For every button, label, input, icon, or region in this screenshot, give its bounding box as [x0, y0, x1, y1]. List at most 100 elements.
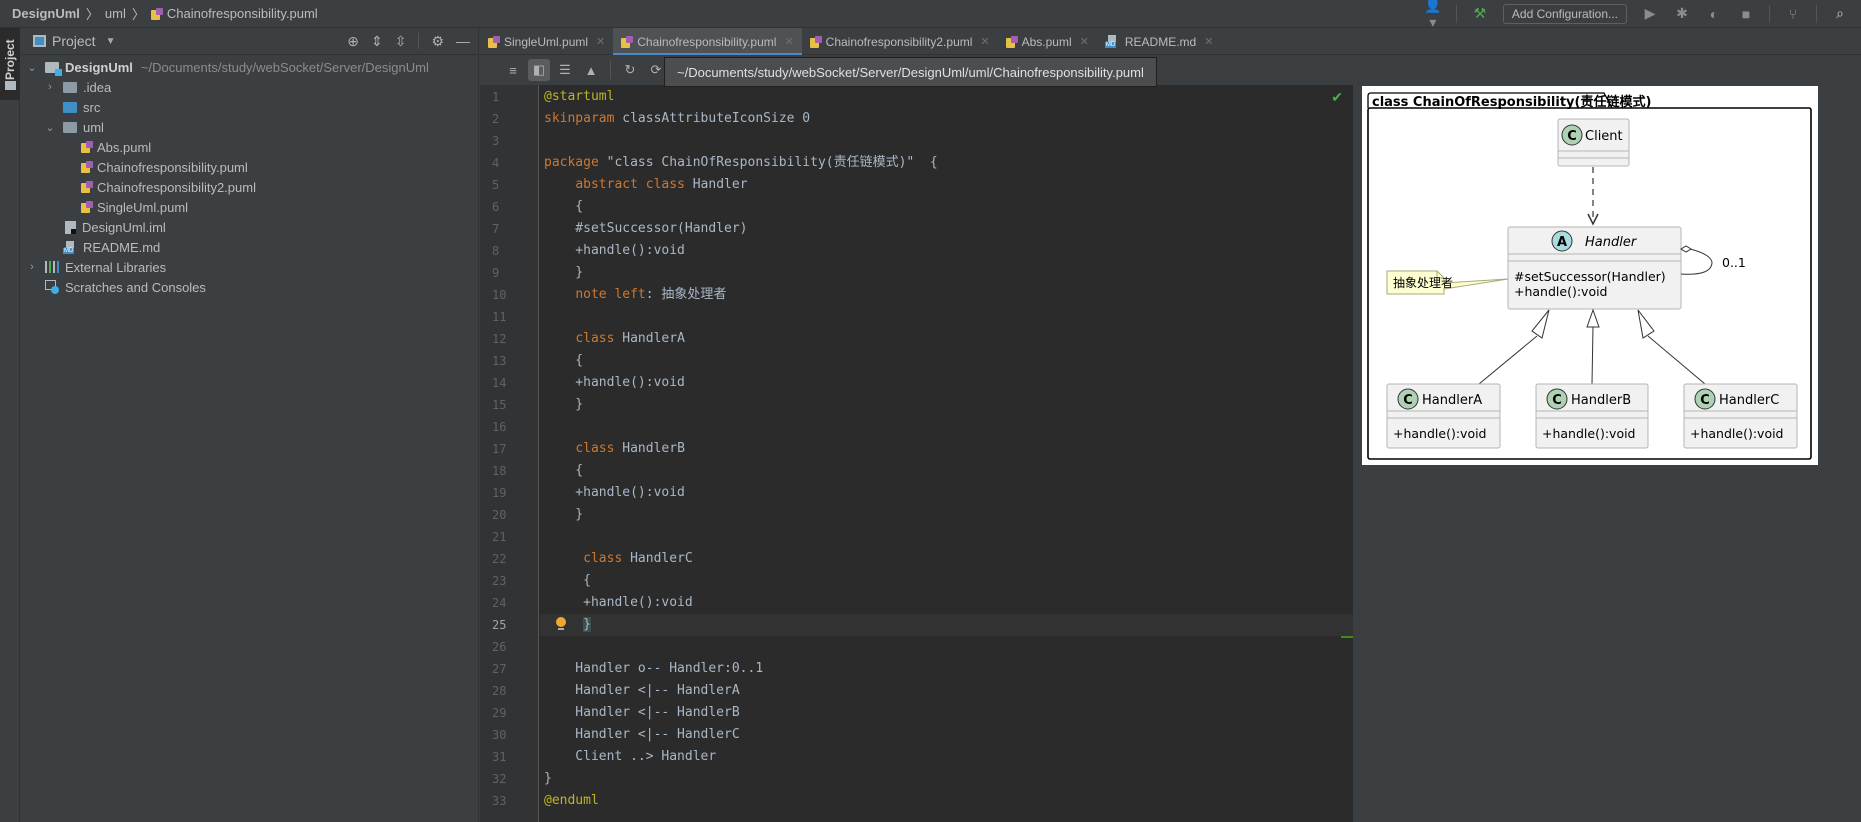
code-line[interactable]: #setSuccessor(Handler): [544, 218, 747, 240]
chevron-right-icon[interactable]: ›: [43, 81, 57, 93]
tree-item-label: src: [83, 99, 101, 115]
coverage-icon[interactable]: ◐: [1705, 6, 1723, 22]
tree-item-singleuml-puml[interactable]: SingleUml.puml: [21, 197, 478, 217]
code-line[interactable]: }: [544, 504, 583, 526]
tab-chainofresponsibility[interactable]: Chainofresponsibility.puml ✕: [613, 28, 803, 56]
line-number: 29: [492, 706, 507, 720]
note-text: 抽象处理者: [1393, 276, 1453, 290]
editor-and-preview-icon[interactable]: ◧: [528, 59, 550, 81]
preview-only-icon[interactable]: ☰: [554, 59, 576, 81]
code-line[interactable]: }: [544, 262, 583, 284]
debug-icon[interactable]: ✱: [1673, 5, 1691, 22]
collapse-all-icon[interactable]: ⇳: [395, 33, 407, 50]
tree-item-designuml[interactable]: ⌄ DesignUml ~/Documents/study/webSocket/…: [21, 57, 478, 77]
gear-icon[interactable]: ⚙: [431, 33, 444, 50]
stop-icon[interactable]: ■: [1737, 6, 1755, 22]
tree-item-idea[interactable]: › .idea: [21, 77, 478, 97]
tab-readme[interactable]: README.md ✕: [1097, 28, 1222, 55]
tab-chainofresponsibility2[interactable]: Chainofresponsibility2.puml ✕: [802, 28, 998, 55]
run-icon[interactable]: ▶: [1641, 5, 1659, 22]
method: +handle():void: [1393, 426, 1487, 441]
image-icon[interactable]: ▲: [580, 59, 602, 81]
tree-item-abs-puml[interactable]: Abs.puml: [21, 137, 478, 157]
folder-icon: [5, 81, 16, 90]
code-line[interactable]: {: [544, 460, 583, 482]
tree-item-uml[interactable]: ⌄ uml: [21, 117, 478, 137]
tree-item-scratches[interactable]: Scratches and Consoles: [21, 277, 478, 297]
code-line[interactable]: Handler o-- Handler:0..1: [544, 658, 763, 680]
code-line[interactable]: }: [544, 394, 583, 416]
code-line[interactable]: class HandlerC: [544, 548, 693, 570]
code-line[interactable]: note left: 抽象处理者: [544, 284, 726, 306]
code-line[interactable]: package "class ChainOfResponsibility(责任链…: [544, 152, 938, 174]
code-line[interactable]: abstract class Handler: [544, 174, 747, 196]
chevron-down-icon[interactable]: ⌄: [43, 121, 57, 134]
puml-file-icon: [81, 141, 93, 153]
close-icon[interactable]: ✕: [784, 35, 793, 48]
breadcrumb-project[interactable]: DesignUml: [12, 6, 80, 21]
build-hammer-icon[interactable]: ⚒: [1471, 5, 1489, 22]
code-line[interactable]: Handler <|-- HandlerA: [544, 680, 739, 702]
code-line[interactable]: +handle():void: [544, 482, 685, 504]
editor-only-icon[interactable]: ≡: [502, 59, 524, 81]
close-icon[interactable]: ✕: [1204, 35, 1213, 48]
code-line[interactable]: {: [544, 570, 591, 592]
code-line[interactable]: class HandlerB: [544, 438, 685, 460]
lightbulb-icon[interactable]: [556, 617, 566, 631]
line-number: 16: [492, 420, 507, 434]
tree-item-chainofresponsibility2-puml[interactable]: Chainofresponsibility2.puml: [21, 177, 478, 197]
breadcrumb-file[interactable]: Chainofresponsibility.puml: [167, 6, 318, 21]
line-number: 4: [492, 156, 500, 170]
class-handlerb: C HandlerB +handle():void: [1535, 383, 1649, 449]
code-line[interactable]: }: [544, 768, 552, 790]
chevron-right-icon[interactable]: ›: [25, 261, 39, 273]
puml-file-icon: [81, 201, 93, 213]
tree-item-src[interactable]: src: [21, 97, 478, 117]
code-line[interactable]: @startuml: [544, 86, 614, 108]
tab-abs[interactable]: Abs.puml ✕: [998, 28, 1097, 55]
code-line[interactable]: +handle():void: [544, 240, 685, 262]
code-line[interactable]: Client ..> Handler: [544, 746, 716, 768]
user-icon[interactable]: 👤▾: [1424, 0, 1442, 31]
locate-icon[interactable]: ⊕: [347, 33, 359, 50]
hide-panel-icon[interactable]: —: [456, 33, 470, 49]
code-line[interactable]: +handle():void: [544, 372, 685, 394]
tree-item-readme[interactable]: README.md: [21, 237, 478, 257]
tab-label: SingleUml.puml: [504, 34, 589, 49]
tree-item-designuml-iml[interactable]: DesignUml.iml: [21, 217, 478, 237]
tab-singleuml[interactable]: SingleUml.puml ✕: [480, 28, 613, 55]
code-line[interactable]: +handle():void: [544, 592, 693, 614]
code-line[interactable]: @enduml: [544, 790, 599, 812]
add-configuration-button[interactable]: Add Configuration...: [1502, 3, 1627, 24]
project-view-selector[interactable]: Project: [52, 33, 96, 49]
chevron-down-icon[interactable]: ⌄: [25, 61, 39, 74]
code-line[interactable]: }: [544, 614, 591, 636]
expand-all-icon[interactable]: ⇕: [371, 33, 383, 50]
divider: [1455, 4, 1457, 23]
close-icon[interactable]: ✕: [596, 35, 605, 48]
tree-item-chainofresponsibility-puml[interactable]: Chainofresponsibility.puml: [21, 157, 478, 177]
class-name: HandlerB: [1571, 393, 1631, 408]
breadcrumb-folder[interactable]: uml: [105, 6, 126, 21]
code-line[interactable]: Handler <|-- HandlerC: [544, 724, 739, 746]
chevron-down-icon[interactable]: ▼: [106, 36, 116, 47]
project-tool-tab[interactable]: Project: [0, 28, 20, 100]
code-line[interactable]: {: [544, 350, 583, 372]
line-number: 24: [492, 596, 507, 610]
tree-item-external-libraries[interactable]: › External Libraries: [21, 257, 478, 277]
line-number: 15: [492, 398, 507, 412]
method: +handle():void: [1542, 426, 1636, 441]
line-number: 31: [492, 750, 507, 764]
line-number: 7: [492, 222, 500, 236]
refresh-icon[interactable]: ↻: [619, 59, 641, 81]
code-line[interactable]: class HandlerA: [544, 328, 685, 350]
git-icon[interactable]: ⑂: [1784, 6, 1802, 22]
close-icon[interactable]: ✕: [1080, 35, 1089, 48]
close-icon[interactable]: ✕: [980, 35, 989, 48]
code-editor[interactable]: 1 2 3 4 5 6 7 8 9 10 11 12 13 14 15 16 17 18 19 20 21 22 23 24 2…: [480, 85, 1353, 822]
class-handler: A Handler #setSuccessor(Handler) +handle…: [1507, 226, 1682, 310]
code-line[interactable]: skinparam classAttributeIconSize 0: [544, 108, 810, 130]
code-line[interactable]: Handler <|-- HandlerB: [544, 702, 739, 724]
code-line[interactable]: {: [544, 196, 583, 218]
search-icon[interactable]: ⌕: [1831, 5, 1849, 22]
